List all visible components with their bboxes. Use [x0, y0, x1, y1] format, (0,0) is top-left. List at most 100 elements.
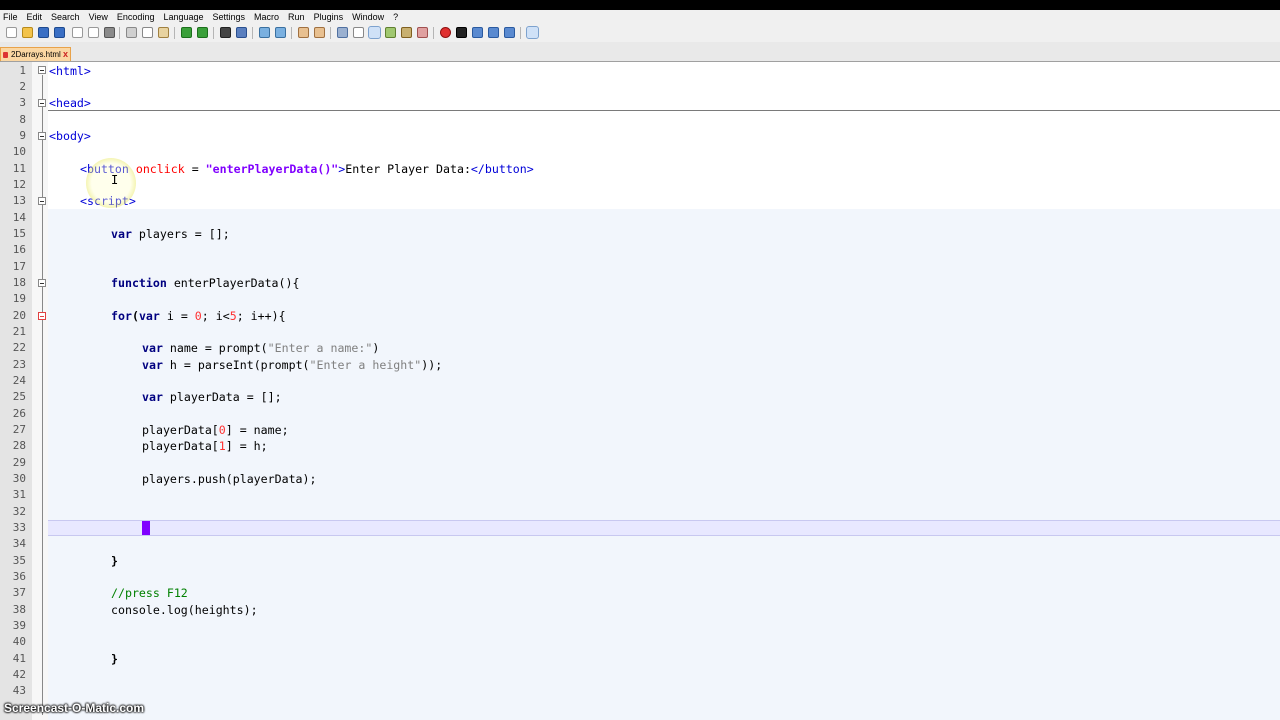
code-line: console.log(heights); [111, 602, 258, 618]
replace-icon[interactable] [236, 27, 247, 38]
watermark: Screencast-O-Matic.com [4, 701, 145, 715]
menu-help[interactable]: ? [390, 12, 404, 22]
line-number: 9 [19, 129, 26, 142]
toolbar-separator [119, 27, 120, 39]
menu-encoding[interactable]: Encoding [114, 12, 161, 22]
undo-icon[interactable] [181, 27, 192, 38]
toolbar-separator [520, 27, 521, 39]
zoom-out-icon[interactable] [275, 27, 286, 38]
menu-search[interactable]: Search [48, 12, 86, 22]
play-macro-icon[interactable] [472, 27, 483, 38]
new-file-icon[interactable] [6, 27, 17, 38]
code-editor[interactable]: 1 2 3 8 9 10 11 12 13 14 15 16 17 18 19 … [0, 62, 1280, 720]
html-tag: </button> [470, 162, 534, 176]
code-text: playerData = []; [162, 390, 282, 404]
folder-as-workspace-icon[interactable] [385, 27, 396, 38]
document-map-icon[interactable] [401, 27, 412, 38]
sync-horizontal-icon[interactable] [314, 27, 325, 38]
line-number: 25 [12, 390, 26, 403]
record-macro-icon[interactable] [440, 27, 451, 38]
line-number: 31 [12, 488, 26, 501]
code-text: )); [421, 358, 443, 372]
copy-icon[interactable] [142, 27, 153, 38]
code-line: playerData[1] = h; [142, 438, 268, 454]
find-icon[interactable] [220, 27, 231, 38]
print-icon[interactable] [104, 27, 115, 38]
menu-window[interactable]: Window [349, 12, 390, 22]
code-line: <script> [80, 193, 136, 209]
stop-record-icon[interactable] [456, 27, 467, 38]
play-multiple-icon[interactable] [488, 27, 499, 38]
show-all-chars-icon[interactable] [353, 27, 364, 38]
indent-guide-icon[interactable] [368, 26, 381, 39]
code-line: } [111, 651, 118, 667]
code-text: i = [159, 309, 195, 323]
menu-file[interactable]: File [0, 12, 24, 22]
word-wrap-icon[interactable] [337, 27, 348, 38]
open-file-icon[interactable] [22, 27, 33, 38]
menu-language[interactable]: Language [160, 12, 209, 22]
fold-toggle-icon[interactable] [38, 99, 46, 107]
line-number: 3 [19, 96, 26, 109]
line-number: 26 [12, 407, 26, 420]
code-text: ; i++){ [236, 309, 286, 323]
line-number: 11 [12, 162, 26, 175]
string-literal: "Enter a height" [309, 358, 422, 372]
code-text: } [111, 652, 118, 666]
line-number: 13 [12, 194, 26, 207]
line-number: 27 [12, 423, 26, 436]
menu-view[interactable]: View [86, 12, 114, 22]
line-number: 38 [12, 603, 26, 616]
menu-macro[interactable]: Macro [251, 12, 285, 22]
code-text: players.push(playerData); [142, 472, 317, 486]
toolbar-separator [252, 27, 253, 39]
menu-plugins[interactable]: Plugins [311, 12, 350, 22]
fold-toggle-icon[interactable] [38, 312, 46, 320]
code-line: <body> [49, 128, 91, 144]
menu-settings[interactable]: Settings [210, 12, 252, 22]
cut-icon[interactable] [126, 27, 137, 38]
tab-label: 2Darrays.html [11, 50, 61, 59]
html-attribute: onclick [135, 162, 185, 176]
paste-icon[interactable] [158, 27, 169, 38]
line-number: 23 [12, 358, 26, 371]
unsaved-file-icon [3, 52, 8, 58]
toolbar-separator [291, 27, 292, 39]
code-line: <button onclick = "enterPlayerData()">En… [80, 161, 534, 177]
sync-vertical-icon[interactable] [298, 27, 309, 38]
close-all-icon[interactable] [88, 27, 99, 38]
line-number: 8 [19, 113, 26, 126]
fold-toggle-icon[interactable] [38, 279, 46, 287]
line-number: 19 [12, 292, 26, 305]
redo-icon[interactable] [197, 27, 208, 38]
line-number: 43 [12, 684, 26, 697]
spell-check-icon[interactable] [526, 26, 539, 39]
save-macro-icon[interactable] [504, 27, 515, 38]
line-number: 29 [12, 456, 26, 469]
function-list-icon[interactable] [417, 27, 428, 38]
fold-toggle-icon[interactable] [38, 197, 46, 205]
keyword: var [142, 341, 163, 355]
zoom-in-icon[interactable] [259, 27, 270, 38]
code-text: Enter Player Data: [345, 162, 471, 176]
menu-edit[interactable]: Edit [24, 12, 49, 22]
line-number: 18 [12, 276, 26, 289]
save-all-icon[interactable] [54, 27, 65, 38]
code-text: } [111, 554, 118, 568]
close-icon[interactable] [72, 27, 83, 38]
menu-run[interactable]: Run [285, 12, 311, 22]
line-number: 34 [12, 537, 26, 550]
html-tag: <head> [49, 96, 91, 110]
fold-toggle-icon[interactable] [38, 132, 46, 140]
tab-2darrays-html[interactable]: 2Darrays.html x [0, 47, 71, 61]
fold-toggle-icon[interactable] [38, 66, 46, 74]
line-number: 20 [12, 309, 26, 322]
code-line: for(var i = 0; i<5; i++){ [111, 308, 286, 324]
code-line: playerData[0] = name; [142, 422, 289, 438]
keyword: var [111, 227, 132, 241]
toolbar-separator [330, 27, 331, 39]
save-icon[interactable] [38, 27, 49, 38]
line-number: 28 [12, 439, 26, 452]
close-tab-icon[interactable]: x [63, 49, 68, 59]
html-tag: <html> [49, 64, 91, 78]
